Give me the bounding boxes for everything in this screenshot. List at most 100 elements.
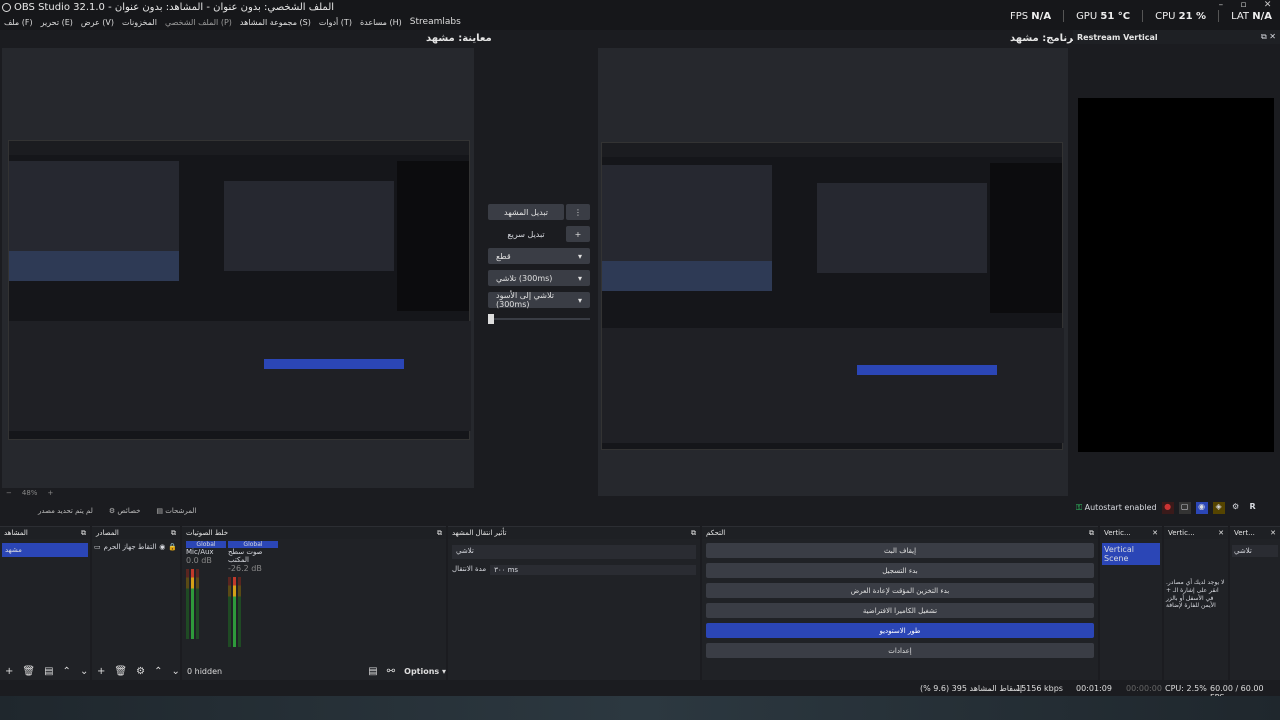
start-recording-button[interactable]: بدء التسجيل [706,563,1094,578]
options-button[interactable]: Options ▾ [404,667,446,676]
vertical-transition-select[interactable]: تلاشي [1232,545,1278,557]
cut-dropdown[interactable]: قطع ▾ [488,248,590,264]
t-bar-slider[interactable] [488,314,590,324]
settings-button[interactable]: إعدادات [706,643,1094,658]
dropdown-arrow-icon: ▾ [577,251,582,261]
fade-black-dropdown[interactable]: تلاشي إلى الأسود (300ms) ▾ [488,291,590,309]
source-toolbar: لم يتم تحديد مصدر ⚙ خصائص ▤ المرشحات [0,503,1070,519]
add-quick-transition-icon[interactable]: + [566,226,590,242]
filters-button[interactable]: ▤ المرشحات [156,507,196,515]
menu-scene-collection[interactable]: مجموعة المشاهد (S) [240,18,311,27]
up-icon[interactable]: ⌃ [63,666,71,677]
sources-dock: المصادر ⧉ ▭ التقاط جهاز الحرم ◉ 🔒 + 🗑 ⚙ ⌃ ⌄ [92,526,180,680]
trash-icon[interactable]: 🗑 [22,666,35,677]
program-canvas [598,48,1068,496]
restream-header: Restream Vertical ⧉ ✕ [1073,30,1280,44]
vertical-scene-item[interactable]: Vertical Scene [1102,543,1160,565]
lat-stat: LAT N/A [1231,10,1272,22]
bitrate: 15156 kbps [1016,684,1063,693]
menu-view[interactable]: عرض (V) [81,18,114,27]
undock-icon[interactable]: ⧉ [437,529,442,538]
autostart-toggle[interactable]: ⚿ Autostart enabled [1076,503,1157,513]
stop-streaming-button[interactable]: إيقاف البث [706,543,1094,558]
start-virtual-camera-button[interactable]: تشغيل الكاميرا الافتراضية [706,603,1094,618]
status-bar: إسقاط المشاهد 395 (9.6 %) 15156 kbps 00:… [0,680,1280,702]
restream-logo-icon[interactable]: R [1247,502,1259,514]
menu-file[interactable]: ملف (F) [4,18,33,27]
scenes-toolbar: + 🗑 ▤ ⌃ ⌄ [0,663,88,679]
preview-canvas[interactable] [2,48,474,488]
close-icon[interactable]: ✕ [1152,529,1158,537]
dropdown-arrow-icon: ▾ [577,273,582,283]
undock-icon[interactable]: ⧉ [81,529,86,538]
menu-help[interactable]: مساعدة (H) [360,18,402,27]
replay-icon[interactable]: ◈ [1212,502,1225,514]
lock-icon: 🔒 [168,543,178,551]
menu-edit[interactable]: تحرير (E) [41,18,73,27]
visibility-icon: ◉ [159,543,166,551]
program-frame [601,142,1064,450]
scene-transition-button[interactable]: تبديل المشهد [488,204,564,220]
stats-bar: FPS N/A GPU 51 °C CPU 21 % LAT N/A [1010,10,1272,22]
sources-toolbar: + 🗑 ⚙ ⌃ ⌄ [92,663,180,679]
menu-streamlabs[interactable]: Streamlabs [410,17,461,27]
dropdown-arrow-icon: ▾ [577,295,582,305]
add-icon[interactable]: + [5,666,13,677]
trash-icon[interactable]: 🗑 [114,666,127,677]
undock-icon[interactable]: ⧉ [171,529,176,538]
transition-select[interactable]: تلاشي [452,545,696,559]
more-options-icon[interactable]: ⋮ [566,204,590,220]
filter-icon[interactable]: ▤ [44,666,53,677]
scene-transitions-dock: تأثير انتقال المشهد ⧉ تلاشي مدة الانتقال … [448,526,700,680]
cpu-usage: CPU: 2.5% [1165,684,1207,693]
no-source-label: لم يتم تحديد مصدر [38,507,93,515]
menu-profile[interactable]: الملف الشخصي (P) [165,18,232,27]
preview-label: معاينة: مشهد [426,33,492,44]
duration-input[interactable]: ٣٠٠ ms [490,565,696,575]
gear-icon: ⚙ [108,507,116,515]
record-time: 00:00:00 [1126,684,1162,693]
undock-icon[interactable]: ⧉ [1089,529,1094,538]
link-icon[interactable]: ⚯ [387,666,395,677]
zoom-in-icon[interactable]: + [47,489,53,497]
controls-dock: التحكم ⧉ إيقاف البث بدء التسجيل بدء التخز… [702,526,1098,680]
vertical-transitions-dock: Vert... ✕ تلاشي [1230,526,1280,680]
gear-icon[interactable]: ⚙ [136,666,145,677]
program-label: برنامج: مشهد [1010,33,1078,44]
source-item[interactable]: ▭ التقاط جهاز الحرم ◉ 🔒 [94,543,178,551]
zoom-out-icon[interactable]: − [6,489,12,497]
stream-icon[interactable]: ◉ [1195,502,1208,514]
menu-docks[interactable]: المخزونات [122,18,157,27]
down-icon[interactable]: ⌄ [171,666,179,677]
close-icon[interactable]: ✕ [1218,529,1224,537]
up-icon[interactable]: ⌃ [154,666,162,677]
duration-row: مدة الانتقال ٣٠٠ ms [452,565,696,575]
menu-tools[interactable]: أدوات (T) [319,18,352,27]
gear-icon[interactable]: ⚙ [1230,502,1242,514]
start-replay-buffer-button[interactable]: بدء التخزين المؤقت لإعادة العرض [706,583,1094,598]
mixer-channel-desktop: Global صوت سطح المكتب -26.2 dB [228,541,278,647]
preview-frame [8,140,471,440]
properties-button[interactable]: ⚙ خصائص [109,507,141,515]
add-icon[interactable]: + [97,666,105,677]
fade-dropdown[interactable]: تلاشي (300ms) ▾ [488,270,590,286]
stop-icon[interactable]: ▢ [1178,502,1191,514]
scene-item[interactable]: مشهد [2,543,88,557]
mixer-channel-mic: Global Mic/Aux 0.0 dB [186,541,226,639]
layout-icon[interactable]: ▤ [368,666,377,677]
cpu-stat: CPU 21 % [1155,10,1207,22]
down-icon[interactable]: ⌄ [80,666,88,677]
quick-transition-label: تبديل سريع [507,229,545,239]
taskbar [0,696,1280,720]
undock-icon[interactable]: ⧉ [691,529,696,538]
close-icon[interactable]: ✕ [1270,529,1276,537]
restream-toolbar: ⚿ Autostart enabled ● ▢ ◉ ◈ ⚙ R [1076,500,1280,516]
mixer-toolbar: 0 hidden ▤ ⚯ Options ▾ [187,665,446,677]
record-icon[interactable]: ● [1161,502,1174,514]
fps-stat: FPS N/A [1009,10,1052,22]
vertical-scenes-dock: Vertic... ✕ Vertical Scene [1100,526,1162,680]
studio-mode-button[interactable]: طور الاستوديو [706,623,1094,638]
restream-canvas [1078,98,1274,452]
transition-panel: تبديل المشهد ⋮ تبديل سريع + قطع ▾ تلاشي (… [488,204,590,324]
filter-icon: ▤ [156,507,164,515]
